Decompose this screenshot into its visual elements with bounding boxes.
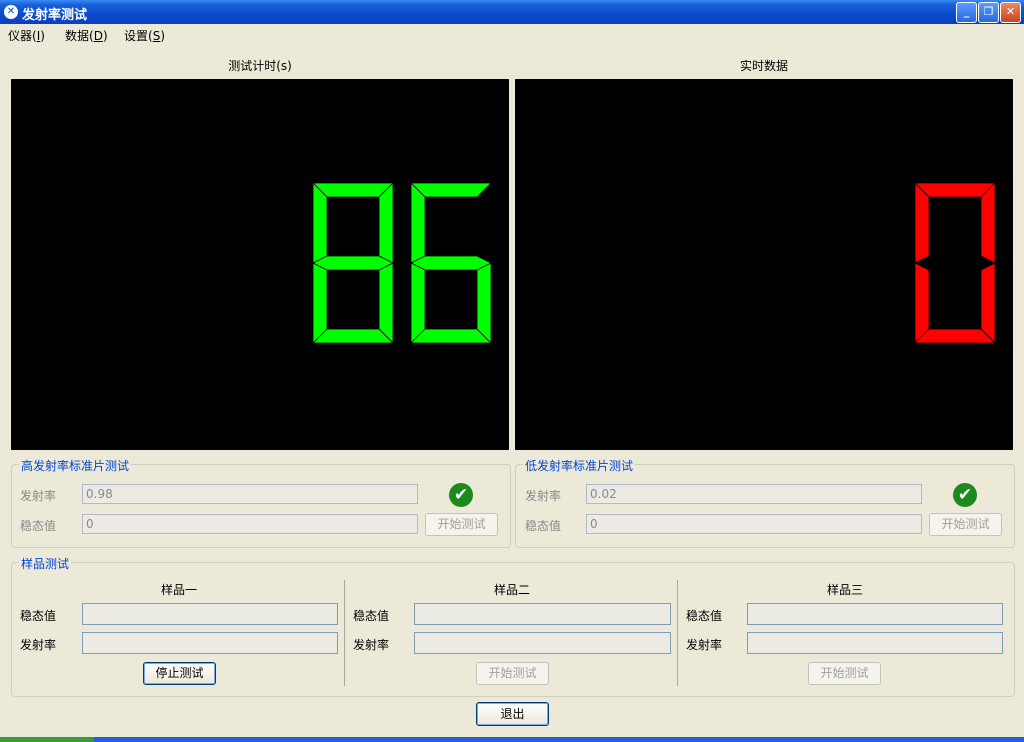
sample-1-emissivity-field[interactable] — [82, 632, 338, 654]
app-icon: ✕ — [4, 5, 18, 19]
segment-g — [312, 255, 394, 271]
segment-e — [312, 262, 328, 344]
close-button[interactable]: ✕ — [1000, 2, 1021, 23]
sample-1-title: 样品一 — [160, 583, 197, 597]
low-steady-label: 稳态值 — [525, 519, 562, 533]
sample-3-start-test-button[interactable]: 开始测试 — [808, 662, 881, 685]
segment-g — [410, 255, 492, 271]
sample-2-title: 样品二 — [493, 583, 530, 597]
timer-seven-segment — [312, 182, 492, 344]
minimize-button[interactable]: _ — [956, 2, 977, 23]
segment-e — [914, 262, 930, 344]
title-bar[interactable] — [0, 0, 1024, 24]
check-circle-icon: ✔ — [953, 483, 977, 507]
high-emissivity-label: 发射率 — [20, 489, 57, 503]
segment-f — [312, 182, 328, 264]
high-emissivity-field[interactable]: 0.98 — [82, 484, 418, 504]
check-circle-icon: ✔ — [449, 483, 473, 507]
window-title: 发射率测试 — [22, 8, 88, 23]
sample-3-steady-label: 稳态值 — [686, 609, 723, 623]
segment-b — [378, 182, 394, 264]
taskbar — [0, 737, 1024, 742]
sample-1-stop-test-button[interactable]: 停止测试 — [143, 662, 216, 685]
low-standard-title: 低发射率标准片测试 — [523, 457, 636, 474]
sample-3-emissivity-label: 发射率 — [686, 638, 723, 652]
menu-instrument-label: 仪器 — [8, 29, 33, 43]
sample-2-steady-label: 稳态值 — [353, 609, 390, 623]
segment-f — [410, 182, 426, 264]
sample-1-emissivity-label: 发射率 — [20, 638, 57, 652]
segment-b — [980, 182, 996, 264]
realtime-panel-label: 实时数据 — [739, 59, 788, 73]
sample-2-emissivity-label: 发射率 — [353, 638, 390, 652]
low-steady-field[interactable]: 0 — [586, 514, 922, 534]
menu-settings-label: 设置 — [124, 29, 149, 43]
menu-data-label: 数据 — [65, 29, 90, 43]
sample-3-steady-field[interactable] — [747, 603, 1003, 625]
sample-divider — [677, 580, 678, 686]
timer-display — [11, 79, 509, 450]
realtime-seven-segment — [914, 182, 996, 344]
sample-3-title: 样品三 — [826, 583, 863, 597]
timer-panel-label: 测试计时(s) — [228, 59, 292, 73]
restore-button[interactable]: ❐ — [978, 2, 999, 23]
menu-data[interactable]: 数据(D) — [65, 27, 108, 44]
segment-f — [914, 182, 930, 264]
low-start-test-button[interactable]: 开始测试 — [929, 513, 1002, 536]
start-button[interactable] — [0, 737, 94, 742]
exit-button[interactable]: 退出 — [476, 702, 549, 726]
segment-c — [476, 262, 492, 344]
high-start-test-button[interactable]: 开始测试 — [425, 513, 498, 536]
sample-2-emissivity-field[interactable] — [414, 632, 671, 654]
menu-instrument[interactable]: 仪器(I) — [8, 27, 45, 44]
sample-1-steady-label: 稳态值 — [20, 609, 57, 623]
high-steady-label: 稳态值 — [20, 519, 57, 533]
sample-3-emissivity-field[interactable] — [747, 632, 1003, 654]
high-steady-field[interactable]: 0 — [82, 514, 418, 534]
menu-settings[interactable]: 设置(S) — [124, 27, 165, 44]
low-emissivity-label: 发射率 — [525, 489, 562, 503]
sample-2-steady-field[interactable] — [414, 603, 671, 625]
sample-divider — [344, 580, 345, 686]
sample-2-start-test-button[interactable]: 开始测试 — [476, 662, 549, 685]
low-emissivity-field[interactable]: 0.02 — [586, 484, 922, 504]
high-standard-title: 高发射率标准片测试 — [19, 457, 132, 474]
sample-test-title: 样品测试 — [19, 555, 72, 572]
menu-data-key: D — [93, 29, 103, 43]
sample-1-steady-field[interactable] — [82, 603, 338, 625]
realtime-display — [515, 79, 1013, 450]
